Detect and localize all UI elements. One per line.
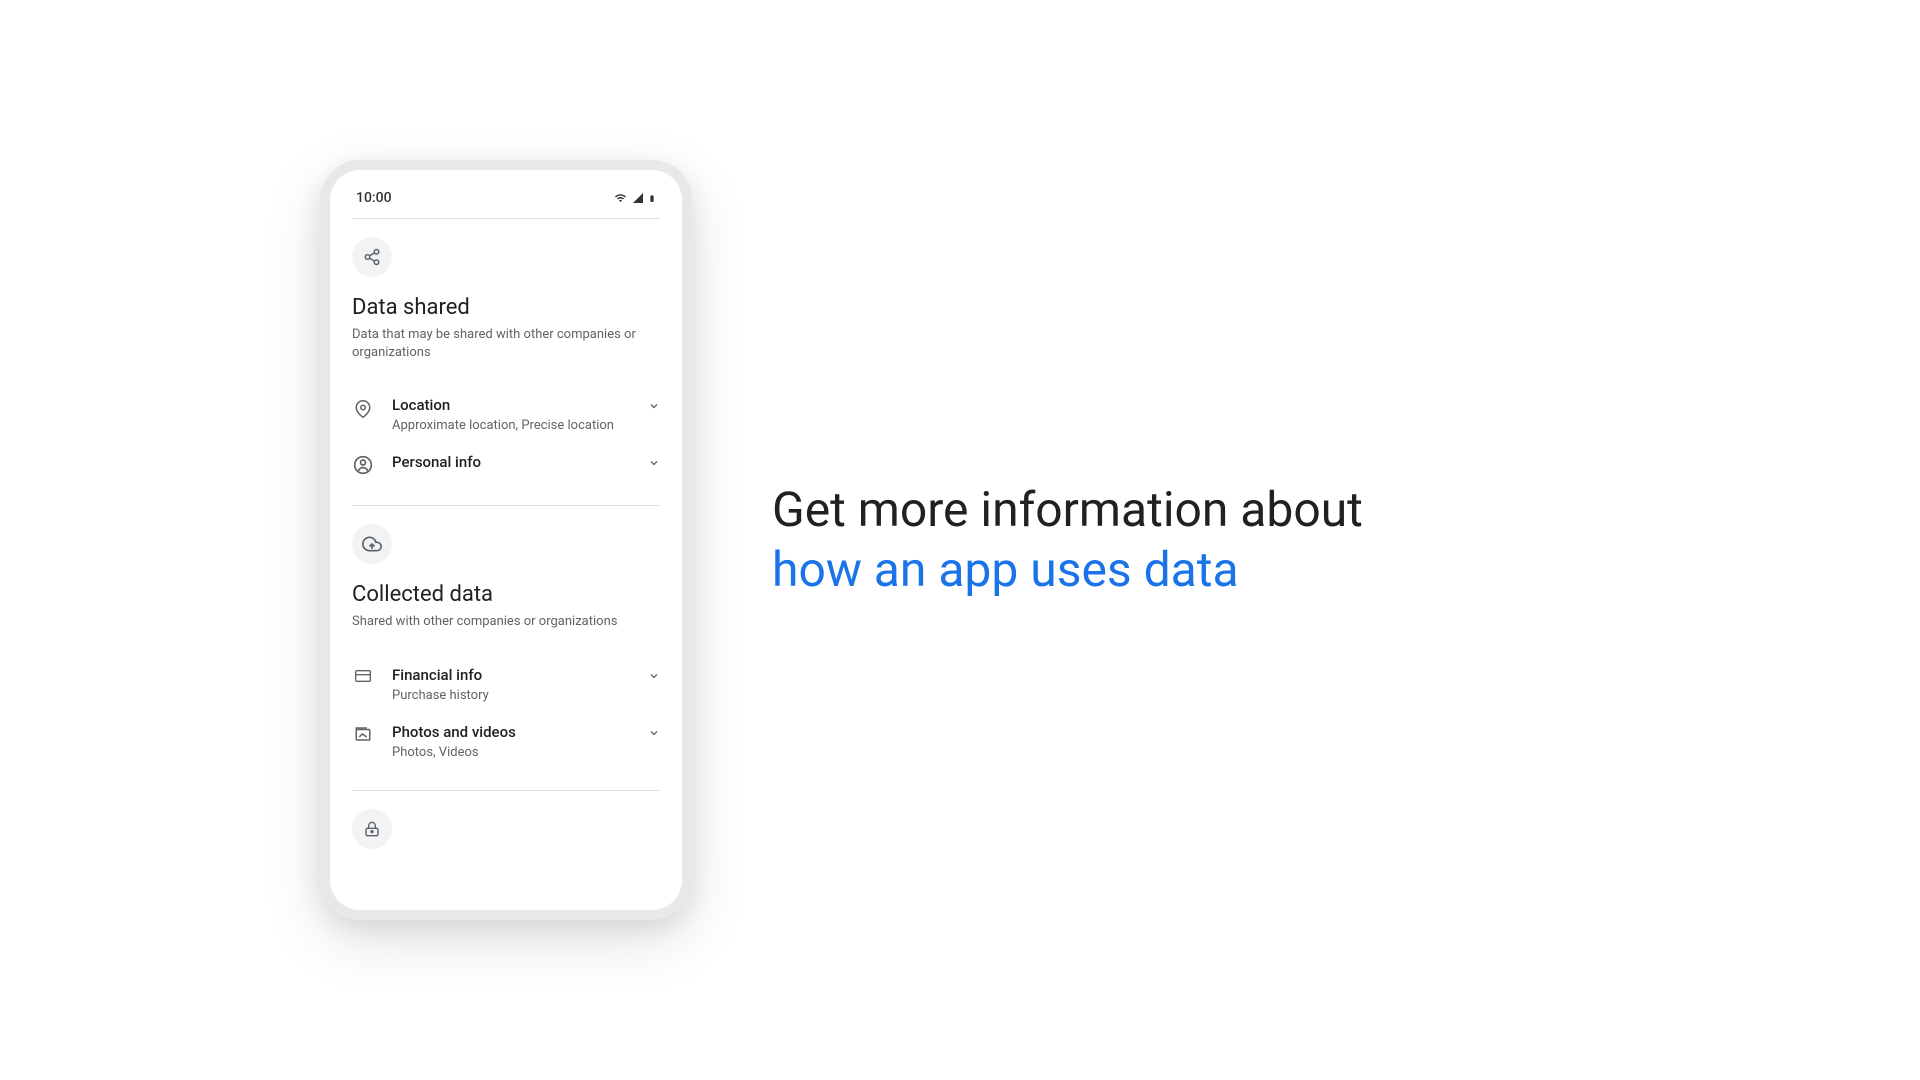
item-detail: Approximate location, Precise location	[392, 418, 630, 433]
location-icon	[352, 396, 374, 420]
headline: Get more information about how an app us…	[772, 480, 1363, 600]
status-time: 10:00	[356, 190, 392, 206]
cloud-icon	[352, 524, 392, 564]
headline-line2: how an app uses data	[772, 540, 1363, 600]
lock-icon	[352, 809, 392, 849]
section-title: Data shared	[352, 295, 660, 320]
item-title: Location	[392, 396, 630, 414]
item-detail: Purchase history	[392, 688, 630, 703]
battery-icon	[648, 192, 656, 205]
item-location[interactable]: Location Approximate location, Precise l…	[352, 386, 660, 443]
status-icons	[613, 192, 656, 205]
item-title: Financial info	[392, 666, 630, 684]
item-personal-info[interactable]: Personal info	[352, 443, 660, 485]
person-icon	[352, 453, 374, 475]
signal-icon	[631, 192, 645, 204]
status-bar: 10:00	[352, 170, 660, 219]
item-photos-videos[interactable]: Photos and videos Photos, Videos	[352, 713, 660, 770]
chevron-down-icon	[648, 666, 660, 682]
phone-frame: 10:00 Data shared	[320, 160, 692, 920]
chevron-down-icon	[648, 453, 660, 469]
section-subtitle: Data that may be shared with other compa…	[352, 326, 660, 362]
phone-screen: 10:00 Data shared	[330, 170, 682, 910]
wifi-icon	[613, 192, 628, 204]
credit-card-icon	[352, 666, 374, 684]
share-icon	[352, 237, 392, 277]
section-data-shared: Data shared Data that may be shared with…	[352, 237, 660, 506]
headline-line1: Get more information about	[772, 480, 1363, 540]
item-financial-info[interactable]: Financial info Purchase history	[352, 656, 660, 713]
item-title: Personal info	[392, 453, 630, 471]
chevron-down-icon	[648, 723, 660, 739]
chevron-down-icon	[648, 396, 660, 412]
item-detail: Photos, Videos	[392, 745, 630, 760]
section-subtitle: Shared with other companies or organizat…	[352, 613, 660, 631]
section-collected-data: Collected data Shared with other compani…	[352, 524, 660, 790]
section-title: Collected data	[352, 582, 660, 607]
media-icon	[352, 723, 374, 743]
item-title: Photos and videos	[392, 723, 630, 741]
